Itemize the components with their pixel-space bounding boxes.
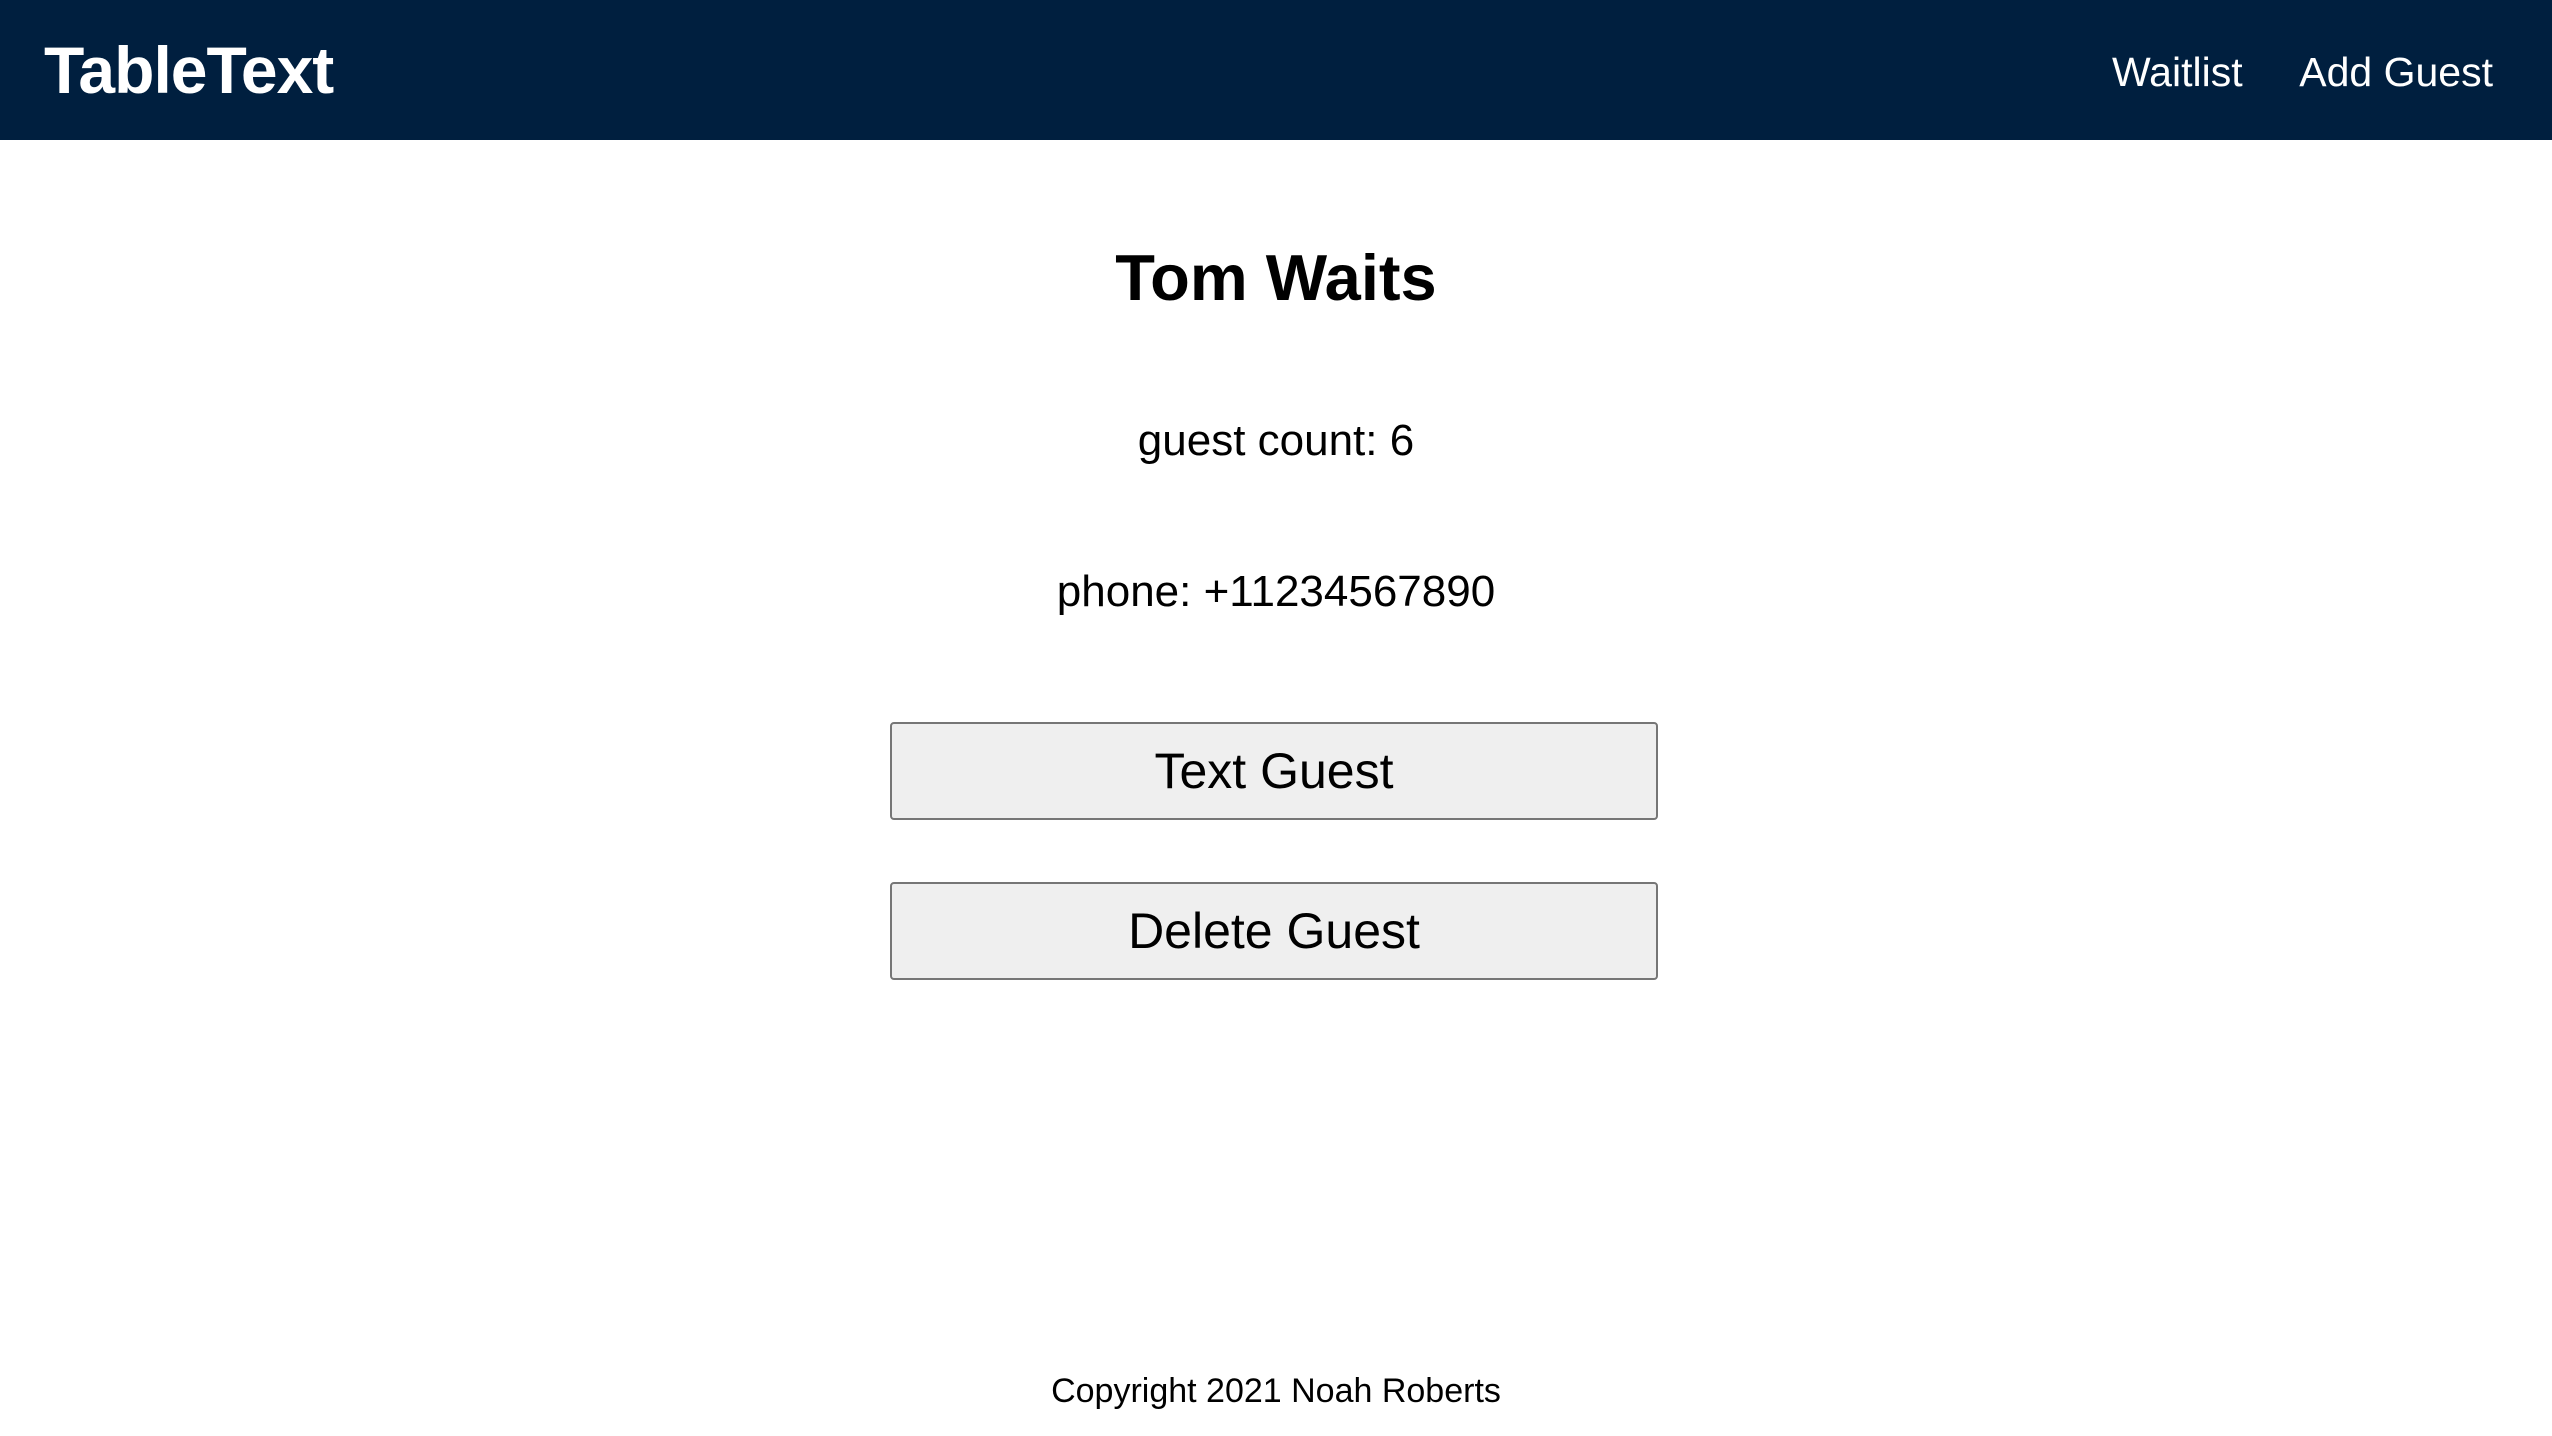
nav-link-waitlist[interactable]: Waitlist [2112,0,2243,140]
navbar: TableText Waitlist Add Guest [0,0,2552,140]
guest-count-text: guest count: 6 [1137,416,1415,465]
text-guest-button[interactable]: Text Guest [890,722,1658,820]
brand-logo-link[interactable]: TableText [44,0,334,140]
guest-name-heading: Tom Waits [1115,241,1437,314]
delete-guest-button[interactable]: Delete Guest [890,882,1658,980]
guest-phone-text: phone: +11234567890 [1056,567,1496,616]
nav-link-add-guest[interactable]: Add Guest [2299,0,2493,140]
footer-copyright: Copyright 2021 Noah Roberts [1051,1372,1501,1410]
